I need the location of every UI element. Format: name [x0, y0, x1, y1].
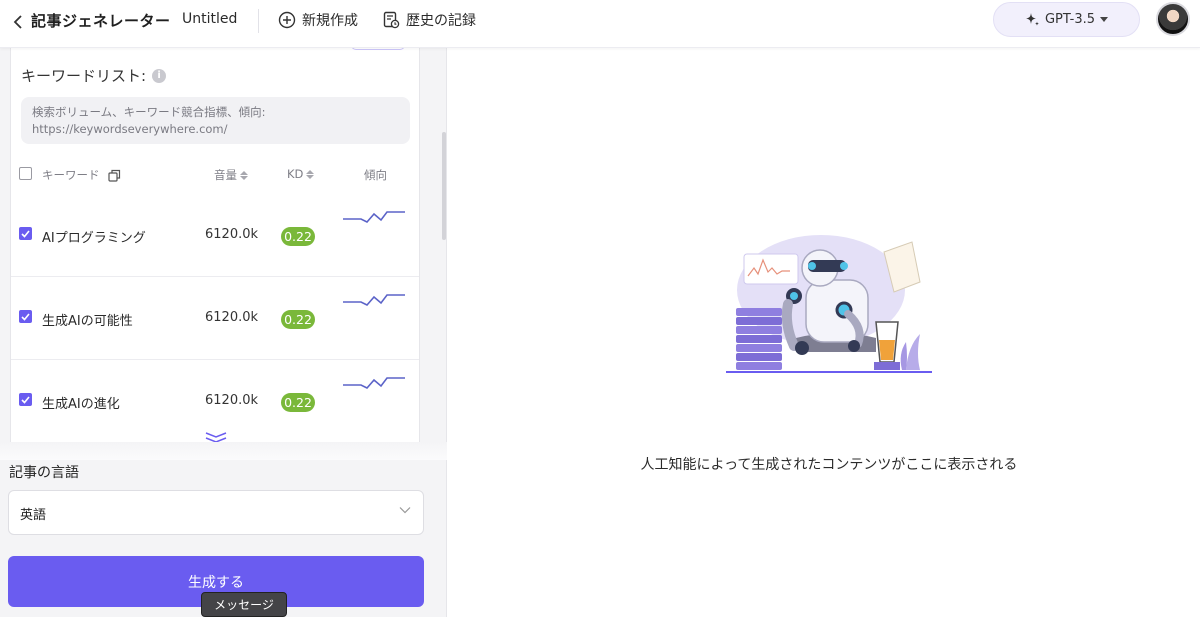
message-tooltip[interactable]: メッセージ: [201, 592, 287, 617]
check-icon: [21, 229, 30, 238]
trend-column-label: 傾向: [364, 168, 387, 182]
keyword-name: 生成AIの可能性: [42, 314, 133, 329]
history-button-label: 歴史の記録: [406, 13, 476, 29]
language-value: 英語: [20, 508, 47, 523]
robot-illustration: [726, 235, 932, 373]
generate-button-label: 生成する: [188, 574, 244, 591]
select-all-checkbox[interactable]: [19, 167, 32, 180]
history-document-icon: [383, 11, 400, 29]
row-checkbox[interactable]: [19, 227, 32, 240]
app-title: 記事ジェネレーター: [31, 12, 171, 30]
chevron-left-icon: [13, 15, 22, 29]
kd-column-label: KD: [287, 167, 304, 181]
keyword-volume: 6120.0k: [205, 393, 259, 408]
model-label: GPT-3.5: [1044, 12, 1096, 27]
kd-badge: 0.22: [281, 227, 315, 246]
sort-icon: [240, 170, 248, 180]
new-button[interactable]: 新規作成: [278, 9, 358, 31]
trend-sparkline: [343, 377, 405, 389]
hint-link[interactable]: https://keywordseverywhere.com/: [32, 121, 399, 138]
language-select[interactable]: 英語: [8, 490, 424, 535]
sparkle-icon: [1025, 13, 1039, 26]
keyword-table-header: キーワード 音量 KD 傾向: [11, 164, 419, 184]
check-icon: [21, 312, 30, 321]
row-checkbox[interactable]: [19, 310, 32, 323]
chevron-down-icon: [399, 507, 411, 514]
trend-sparkline: [343, 211, 405, 223]
top-bar: 記事ジェネレーター Untitled 新規作成 歴史の記録 GPT-3.5: [0, 0, 1200, 48]
model-selector[interactable]: GPT-3.5: [993, 2, 1140, 37]
keyword-list-card: キーワードリスト: i 検索ボリューム、キーワード競合指標、傾向: https:…: [10, 48, 420, 452]
row-checkbox[interactable]: [19, 393, 32, 406]
kd-column-header[interactable]: KD: [287, 167, 315, 181]
sort-icon: [306, 169, 315, 179]
trend-sparkline: [343, 294, 405, 306]
back-button[interactable]: [10, 12, 26, 32]
keyword-list-heading: キーワードリスト: i: [21, 65, 167, 86]
info-icon[interactable]: i: [152, 68, 167, 83]
keyword-volume: 6120.0k: [205, 227, 259, 242]
caret-down-icon: [1100, 16, 1109, 22]
keyword-column-header: キーワード: [42, 167, 121, 183]
keyword-list-title: キーワードリスト:: [21, 67, 147, 85]
kd-badge: 0.22: [281, 310, 315, 329]
avatar[interactable]: [1156, 2, 1190, 36]
copy-icon[interactable]: [107, 169, 121, 182]
table-row: 生成AIの進化 6120.0k 0.22: [11, 360, 419, 443]
language-label: 記事の言語: [9, 465, 79, 481]
settings-panel: キーワードリスト: i 検索ボリューム、キーワード競合指標、傾向: https:…: [0, 48, 447, 617]
panel-fade: [0, 442, 447, 460]
volume-column-header[interactable]: 音量: [214, 167, 248, 183]
kd-badge: 0.22: [281, 393, 315, 412]
keyword-volume: 6120.0k: [205, 310, 259, 325]
keyword-column-label: キーワード: [42, 168, 100, 182]
hint-text: 検索ボリューム、キーワード競合指標、傾向:: [32, 105, 266, 119]
history-button[interactable]: 歴史の記録: [383, 9, 476, 31]
new-button-label: 新規作成: [302, 13, 358, 29]
keyword-source-hint: 検索ボリューム、キーワード競合指標、傾向: https://keywordsev…: [21, 97, 410, 144]
check-icon: [21, 395, 30, 404]
scrollbar[interactable]: [442, 132, 446, 240]
plus-circle-icon: [278, 11, 296, 29]
trend-column-header: 傾向: [364, 167, 387, 183]
empty-state-message: 人工知能によって生成されたコンテンツがここに表示される: [640, 457, 1018, 473]
card-top-edge: [351, 48, 405, 50]
document-name[interactable]: Untitled: [182, 11, 237, 27]
table-row: AIプログラミング 6120.0k 0.22: [11, 194, 419, 277]
keyword-name: 生成AIの進化: [42, 397, 120, 412]
divider: [258, 9, 259, 33]
table-row: 生成AIの可能性 6120.0k 0.22: [11, 277, 419, 360]
keyword-name: AIプログラミング: [42, 231, 146, 246]
volume-column-label: 音量: [214, 168, 237, 182]
